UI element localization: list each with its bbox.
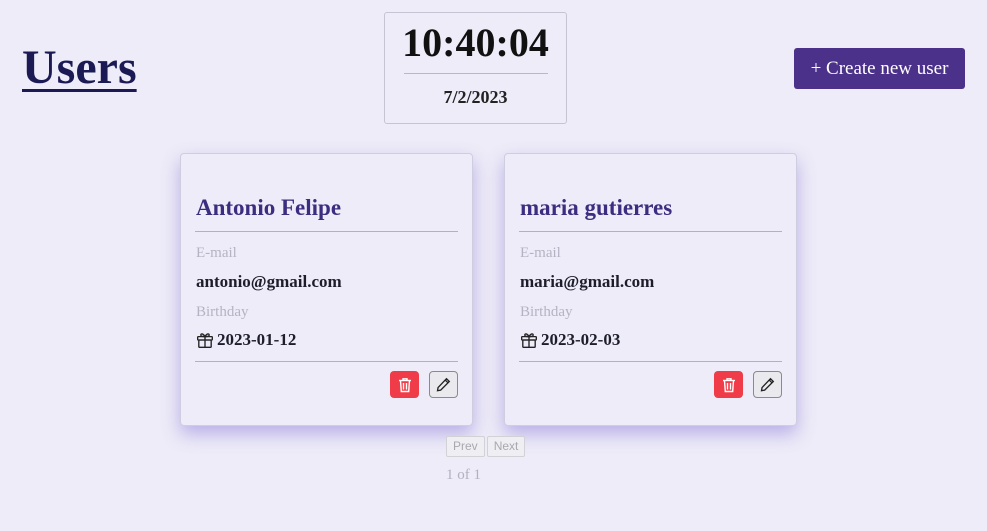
card-divider: [195, 361, 458, 362]
user-birthday: 2023-02-03: [520, 329, 620, 351]
gift-icon: [196, 331, 214, 349]
create-user-button[interactable]: + Create new user: [794, 48, 965, 89]
pencil-icon: [760, 377, 775, 392]
pencil-icon: [436, 377, 451, 392]
birthday-label: Birthday: [196, 304, 249, 320]
gift-icon: [520, 331, 538, 349]
delete-user-button[interactable]: [390, 371, 419, 398]
user-email: antonio@gmail.com: [196, 272, 342, 291]
delete-user-button[interactable]: [714, 371, 743, 398]
birthday-label: Birthday: [520, 304, 573, 320]
birthday-value: 2023-01-12: [217, 330, 297, 349]
trash-icon: [398, 377, 412, 393]
trash-icon: [722, 377, 736, 393]
user-card: maria gutierres E-mail maria@gmail.com B…: [504, 153, 797, 426]
edit-user-button[interactable]: [429, 371, 458, 398]
user-birthday: 2023-01-12: [196, 329, 296, 351]
card-divider: [195, 231, 458, 232]
clock-divider: [403, 73, 548, 74]
birthday-value: 2023-02-03: [541, 330, 621, 349]
card-divider: [519, 361, 782, 362]
clock-date: 7/2/2023: [443, 87, 508, 107]
pagination: Prev Next: [446, 436, 526, 457]
user-email: maria@gmail.com: [520, 272, 655, 291]
user-card: Antonio Felipe E-mail antonio@gmail.com …: [180, 153, 473, 426]
clock-widget: 10:40:04 7/2/2023: [384, 12, 567, 124]
page-title: Users: [22, 41, 137, 94]
next-page-button[interactable]: Next: [486, 436, 526, 457]
edit-user-button[interactable]: [753, 371, 782, 398]
card-divider: [519, 231, 782, 232]
page-indicator: 1 of 1: [446, 467, 481, 483]
user-name: Antonio Felipe: [196, 195, 342, 220]
clock-time: 10:40:04: [402, 20, 549, 65]
email-label: E-mail: [520, 245, 561, 261]
user-name: maria gutierres: [520, 195, 673, 220]
prev-page-button[interactable]: Prev: [446, 436, 485, 457]
email-label: E-mail: [196, 245, 237, 261]
